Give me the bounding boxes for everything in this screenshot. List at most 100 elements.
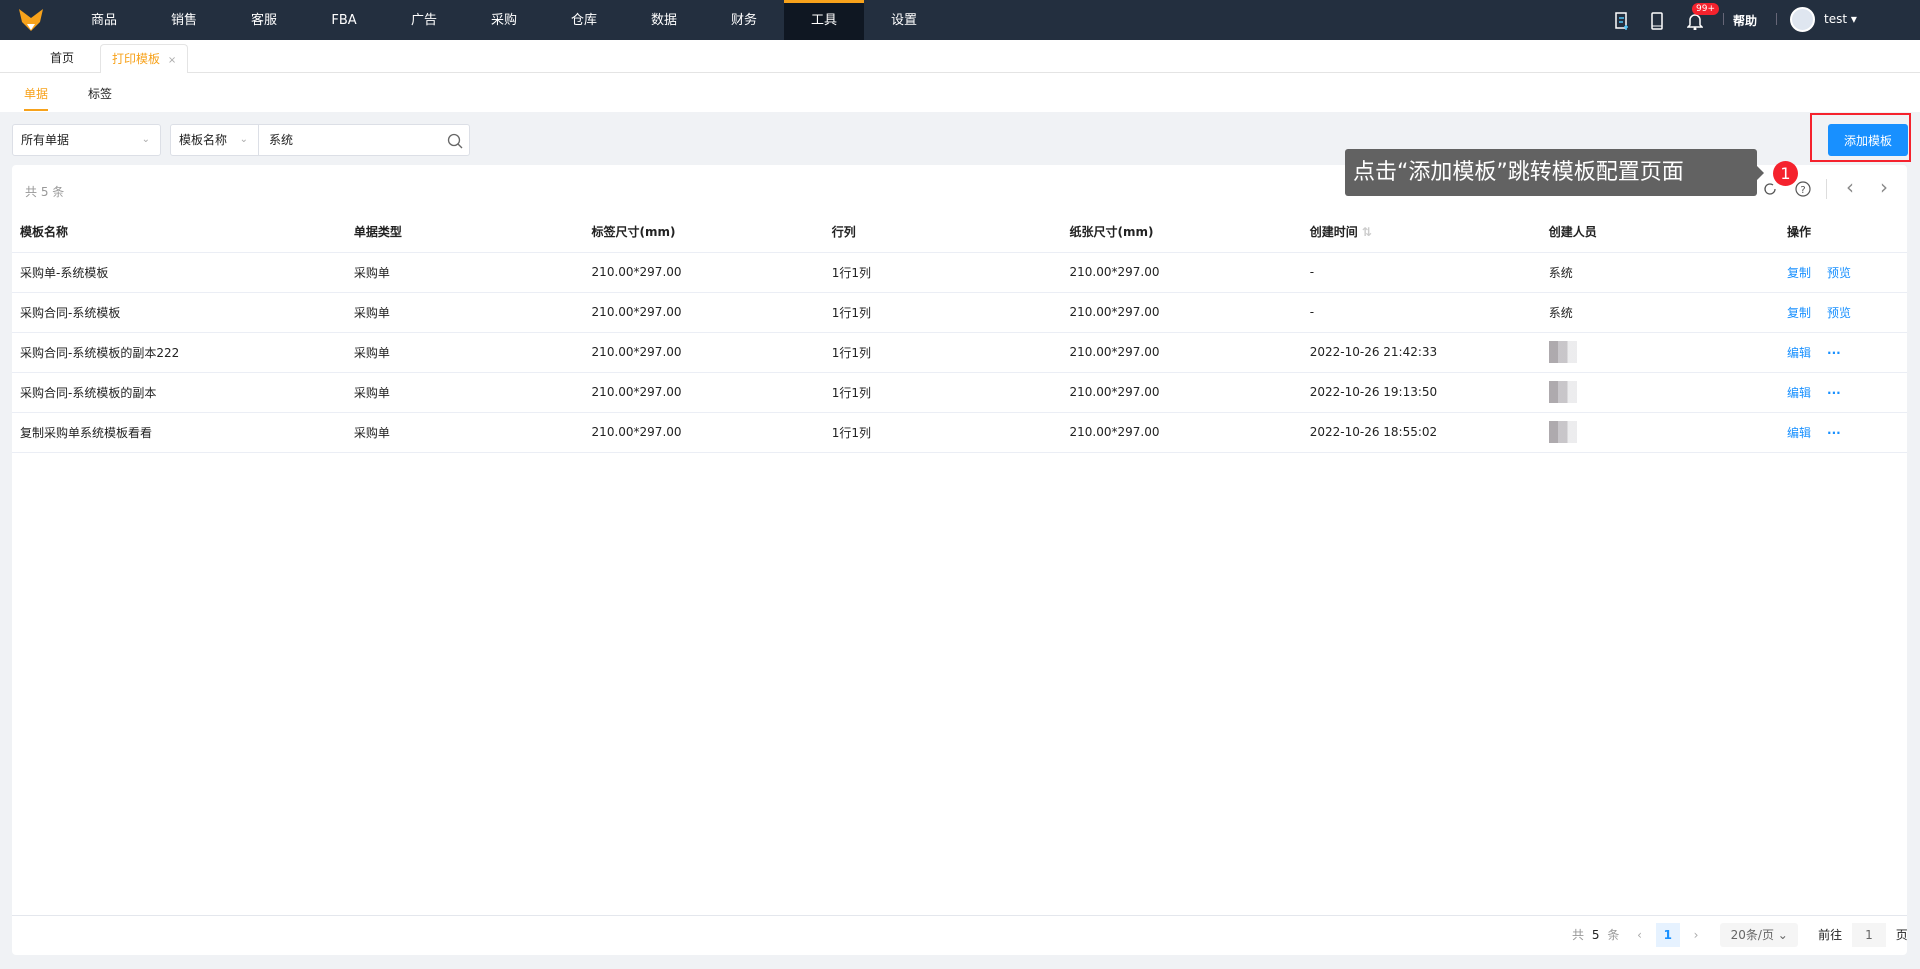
cell-name: 采购合同-系统模板 (12, 292, 346, 333)
mobile-icon[interactable] (1651, 12, 1663, 30)
subtab-labels[interactable]: 标签 (88, 85, 112, 102)
nav-item[interactable]: 设置 (864, 0, 944, 40)
cell-label: 210.00*297.00 (583, 412, 824, 453)
cell-time: - (1301, 292, 1541, 333)
prev-page-icon[interactable]: ‹ (1637, 928, 1642, 942)
cell-grid: 1行1列 (823, 292, 1062, 333)
cell-creator (1540, 412, 1779, 453)
nav-item[interactable]: FBA (304, 0, 384, 40)
cell-label: 210.00*297.00 (583, 372, 824, 413)
top-nav: 商品 销售 客服 FBA 广告 采购 仓库 数据 财务 工具 设置 99+ 帮助 test ▾ (0, 0, 1920, 40)
nav-item[interactable]: 采购 (464, 0, 544, 40)
refresh-icon[interactable] (1762, 181, 1778, 197)
cell-label: 210.00*297.00 (583, 332, 824, 373)
cell-time: 2022-10-26 19:13:50 (1301, 372, 1541, 413)
column-header: 纸张尺寸(mm) (1061, 212, 1302, 253)
cell-name: 复制采购单系统模板看看 (12, 412, 346, 453)
more-icon[interactable]: ··· (1827, 346, 1841, 360)
nav-item[interactable]: 数据 (624, 0, 704, 40)
nav-item[interactable]: 商品 (64, 0, 144, 40)
fox-logo-icon[interactable] (18, 8, 44, 32)
goto-page-input[interactable]: 1 (1851, 923, 1886, 947)
action-link[interactable]: 复制 (1787, 306, 1811, 320)
username: test (1824, 12, 1848, 26)
blurred-creator (1548, 381, 1577, 403)
action-link[interactable]: 预览 (1827, 266, 1851, 280)
more-icon[interactable]: ··· (1827, 426, 1841, 440)
help-circle-icon[interactable]: ? (1794, 180, 1812, 198)
column-header[interactable]: 创建时间 ⇅ (1301, 212, 1541, 253)
tab-print-template[interactable]: 打印模板 × (100, 44, 188, 73)
subtab-documents[interactable]: 单据 (24, 85, 48, 102)
column-header: 单据类型 (345, 212, 584, 253)
cell-paper: 210.00*297.00 (1061, 252, 1302, 293)
notification-badge: 99+ (1692, 3, 1719, 15)
nav-item[interactable]: 广告 (384, 0, 464, 40)
cell-grid: 1行1列 (823, 372, 1062, 413)
nav-item[interactable]: 仓库 (544, 0, 624, 40)
select-value: 所有单据 (21, 133, 70, 147)
search-field-select[interactable]: 模板名称 ⌄ (171, 125, 259, 155)
cell-actions: 编辑 ··· (1779, 332, 1907, 373)
guide-tooltip: 点击“添加模板”跳转模板配置页面 (1345, 149, 1757, 196)
active-tab-indicator (24, 109, 48, 111)
cell-time: - (1301, 252, 1541, 293)
page-size-value: 20条/页 (1730, 928, 1774, 942)
column-header: 模板名称 (12, 212, 346, 253)
total-count: 共 5 条 (25, 185, 65, 199)
page-1-button[interactable]: 1 (1655, 923, 1680, 947)
goto-label: 前往 (1818, 928, 1843, 942)
nav-item[interactable]: 工具 (784, 0, 864, 40)
action-link[interactable]: 编辑 (1787, 346, 1811, 360)
chevron-down-icon: ⌄ (141, 134, 150, 145)
cell-actions: 编辑 ··· (1779, 412, 1907, 453)
cell-label: 210.00*297.00 (583, 252, 824, 293)
page-size-select[interactable]: 20条/页 ⌄ (1720, 923, 1799, 947)
sort-icon[interactable]: ⇅ (1358, 225, 1372, 239)
document-type-select[interactable]: 所有单据 ⌄ (12, 124, 161, 156)
action-link[interactable]: 编辑 (1787, 386, 1811, 400)
more-icon[interactable]: ··· (1827, 386, 1841, 400)
cell-grid: 1行1列 (823, 332, 1062, 373)
table-row: 采购单-系统模板 采购单 210.00*297.00 1行1列 210.00*297.0… (12, 252, 1907, 293)
table-row: 采购合同-系统模板 采购单 210.00*297.00 1行1列 210.00*297.… (12, 292, 1907, 333)
cell-grid: 1行1列 (823, 252, 1062, 293)
avatar[interactable] (1790, 7, 1815, 32)
cell-actions: 复制 预览 (1779, 292, 1907, 333)
nav-item[interactable]: 财务 (704, 0, 784, 40)
nav-item[interactable]: 客服 (224, 0, 304, 40)
action-link[interactable]: 复制 (1787, 266, 1811, 280)
action-link[interactable]: 预览 (1827, 306, 1851, 320)
next-page-icon[interactable]: › (1694, 928, 1699, 942)
cell-time: 2022-10-26 18:55:02 (1301, 412, 1541, 453)
column-header: 创建人员 (1540, 212, 1779, 253)
close-icon[interactable]: × (168, 55, 176, 66)
add-template-button[interactable]: 添加模板 (1828, 124, 1908, 156)
help-link[interactable]: 帮助 (1733, 12, 1757, 29)
template-table-card: 共 5 条 模板名称 单据类型 标签尺寸(mm) 行列 纸张尺寸(mm) 创建时间 ⇅ 创建… (12, 165, 1908, 955)
blurred-creator (1548, 421, 1577, 443)
search-icon[interactable] (447, 133, 463, 149)
chevron-right-icon[interactable]: › (1880, 175, 1888, 199)
cell-name: 采购合同-系统模板的副本222 (12, 332, 346, 373)
cell-paper: 210.00*297.00 (1061, 292, 1302, 333)
cell-paper: 210.00*297.00 (1061, 412, 1302, 453)
cell-type: 采购单 (345, 412, 584, 453)
user-menu[interactable]: test ▾ (1824, 12, 1857, 26)
cell-paper: 210.00*297.00 (1061, 372, 1302, 413)
cell-creator (1540, 332, 1779, 373)
action-link[interactable]: 编辑 (1787, 426, 1811, 440)
page-suffix: 页 (1895, 928, 1908, 942)
step-badge: 1 (1773, 161, 1798, 186)
document-add-icon[interactable] (1614, 12, 1630, 30)
tab-home[interactable]: 首页 (50, 49, 74, 66)
total-prefix: 共 (1572, 928, 1585, 942)
nav-item[interactable]: 销售 (144, 0, 224, 40)
cell-paper: 210.00*297.00 (1061, 332, 1302, 373)
cell-type: 采购单 (345, 292, 584, 333)
sub-tabs: 单据 标签 (0, 73, 1920, 112)
chevron-down-icon: ⌄ (239, 134, 248, 145)
search-input[interactable]: 系统 (269, 125, 293, 155)
pagination: 共 5 条 ‹ 1 › 20条/页 ⌄ 前往 1 页 (1572, 923, 1908, 947)
chevron-left-icon[interactable]: ‹ (1846, 175, 1854, 199)
